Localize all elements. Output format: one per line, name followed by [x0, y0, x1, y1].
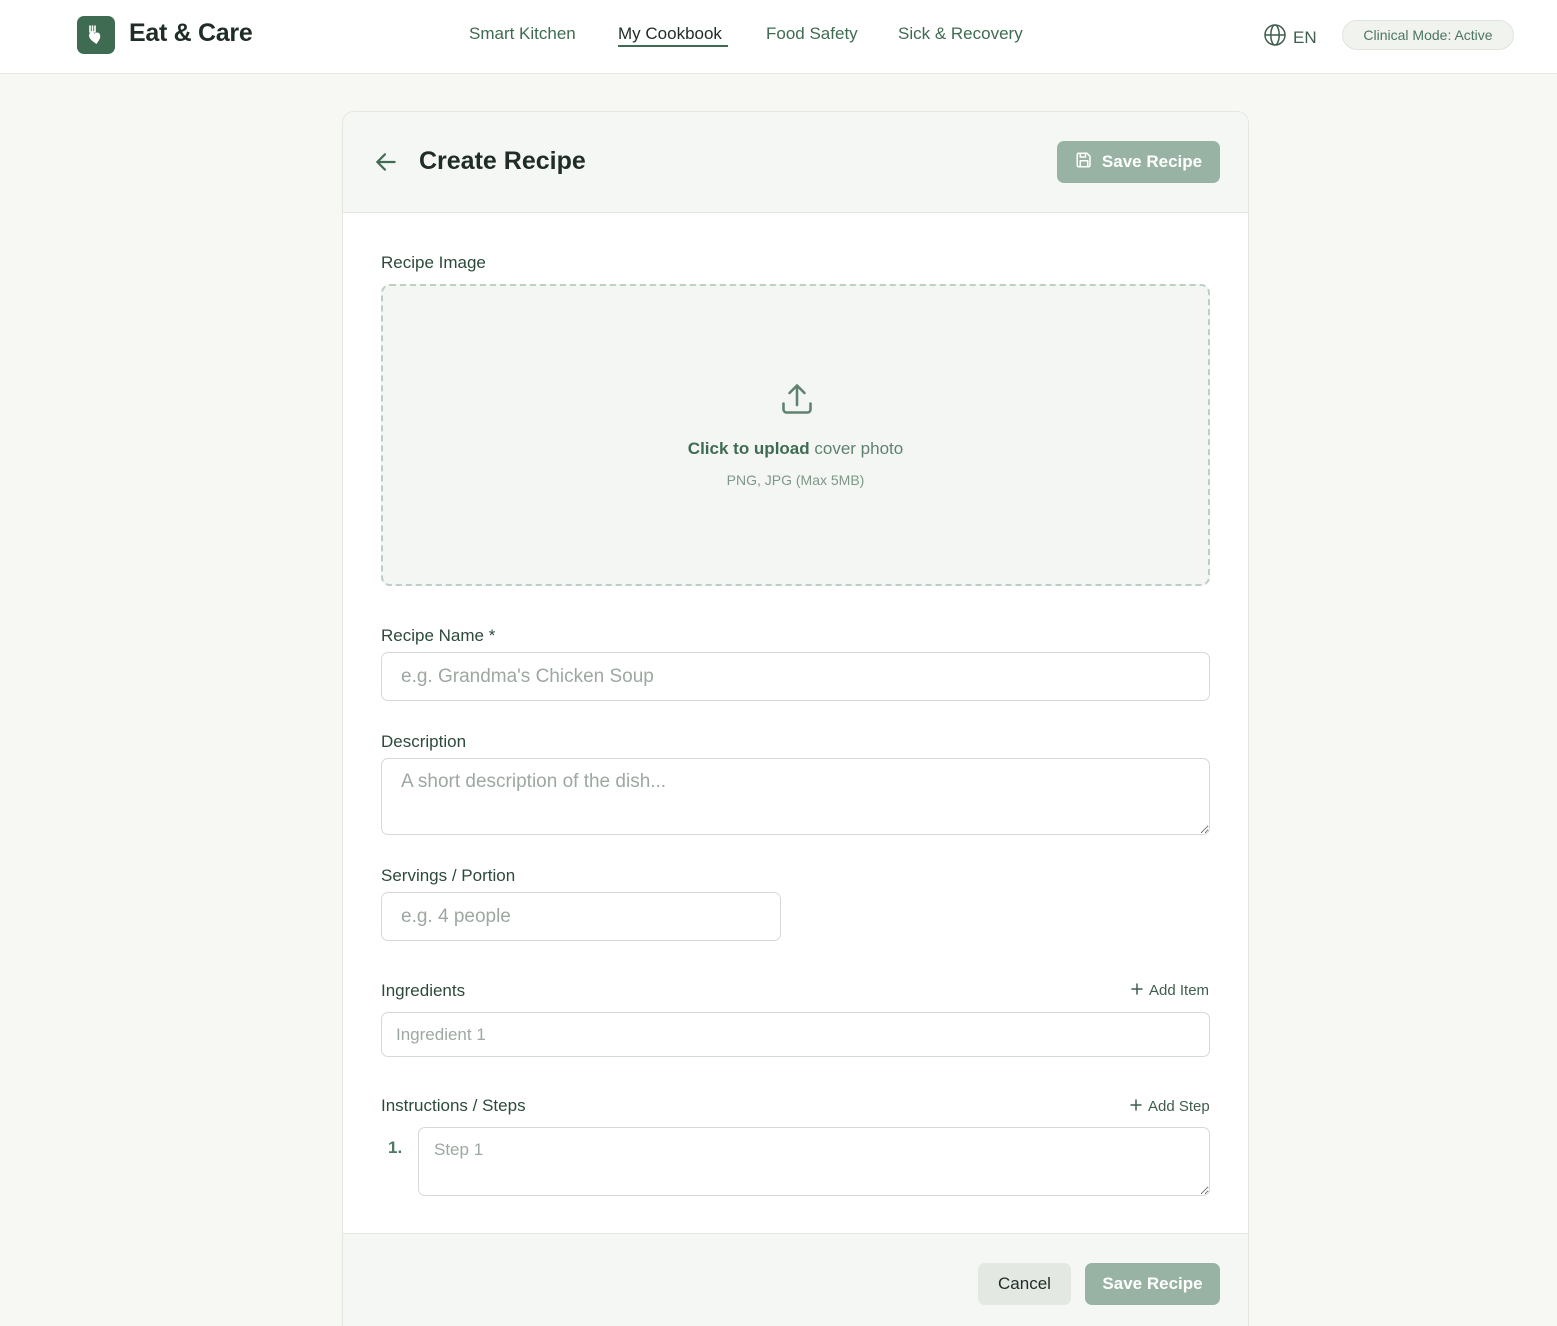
top-navigation-bar: Eat & Care Smart Kitchen My Cookbook Foo… — [0, 0, 1557, 74]
ingredients-label: Ingredients — [381, 981, 466, 1000]
cancel-button[interactable]: Cancel — [978, 1263, 1071, 1305]
nav-smart-kitchen[interactable]: Smart Kitchen — [469, 24, 576, 44]
card-footer: Cancel Save Recipe — [343, 1233, 1248, 1326]
upload-link-text[interactable]: Click to upload — [688, 439, 810, 458]
plus-icon — [1130, 1098, 1142, 1115]
back-arrow-icon[interactable] — [373, 149, 399, 175]
add-step-label: Add Step — [1148, 1098, 1210, 1115]
active-nav-indicator — [618, 45, 728, 47]
save-recipe-footer-button[interactable]: Save Recipe — [1085, 1263, 1220, 1305]
upload-instruction: Click to upload cover photo — [383, 439, 1208, 459]
globe-icon — [1263, 23, 1287, 52]
servings-input[interactable] — [381, 892, 781, 941]
add-item-label: Add Item — [1149, 982, 1210, 999]
recipe-image-label: Recipe Image — [381, 253, 486, 272]
nav-sick-recovery[interactable]: Sick & Recovery — [898, 24, 1023, 44]
image-upload-dropzone[interactable]: Click to upload cover photo PNG, JPG (Ma… — [381, 284, 1210, 586]
nav-food-safety[interactable]: Food Safety — [766, 24, 858, 44]
ingredient-input[interactable] — [381, 1012, 1210, 1057]
add-step-button[interactable]: Add Step — [1130, 1098, 1210, 1115]
heart-hand-utensils-icon[interactable] — [77, 16, 115, 54]
description-label: Description — [381, 732, 467, 751]
nav-my-cookbook[interactable]: My Cookbook — [618, 24, 722, 44]
language-code: EN — [1293, 27, 1317, 47]
recipe-name-label: Recipe Name * — [381, 626, 496, 645]
upload-icon — [779, 381, 815, 422]
step-number: 1. — [388, 1138, 403, 1157]
upload-rest-text: cover photo — [809, 439, 904, 458]
save-recipe-button[interactable]: Save Recipe — [1057, 141, 1220, 183]
clinical-mode-badge: Clinical Mode: Active — [1342, 20, 1514, 50]
save-recipe-label: Save Recipe — [1101, 152, 1203, 171]
recipe-name-input[interactable] — [381, 652, 1210, 701]
language-selector[interactable]: EN — [1263, 23, 1317, 52]
brand-name[interactable]: Eat & Care — [129, 19, 253, 48]
servings-label: Servings / Portion — [381, 866, 516, 885]
instructions-label: Instructions / Steps — [381, 1096, 526, 1115]
create-recipe-card: Create Recipe Save Recipe Recipe Image C… — [342, 111, 1249, 1326]
card-header: Create Recipe Save Recipe — [343, 112, 1248, 213]
plus-icon — [1131, 982, 1143, 999]
add-ingredient-button[interactable]: Add Item — [1131, 982, 1209, 999]
description-textarea[interactable] — [381, 758, 1210, 835]
save-icon — [1075, 151, 1093, 174]
step-textarea[interactable] — [418, 1127, 1210, 1196]
page-title: Create Recipe — [419, 147, 586, 175]
upload-file-hint: PNG, JPG (Max 5MB) — [726, 472, 865, 488]
